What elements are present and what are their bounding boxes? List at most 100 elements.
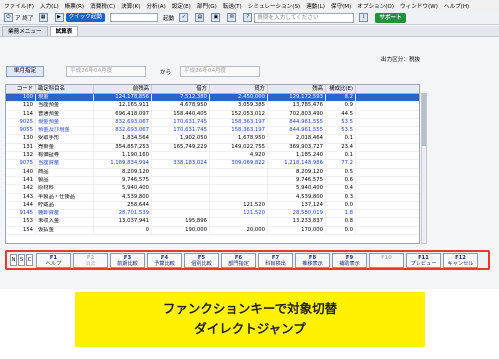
cell-credit: 309,069,822 [210,160,268,168]
cell-prev: 832,693,067 [94,127,152,135]
cell-name: 預金及び現金 [36,127,94,135]
table-row[interactable]: 141 製品 9,746,575 9,746,575 0.6 [6,176,419,186]
menu-item[interactable]: 設定(E) [172,2,191,10]
cell-prev: 832,693,067 [94,118,152,127]
menu-item[interactable]: ウィンドウ(W) [400,2,438,10]
table-row[interactable]: 140 商品 8,209,120 8,209,120 0.5 [6,168,419,177]
menu-item[interactable]: 帳票(R) [65,2,84,10]
search-box[interactable]: ? 質問を入力してください [243,12,355,23]
fkey-f9[interactable]: F9 補助表示 [332,252,367,268]
table-row[interactable]: 9075 当座資産 1,189,834,994 338,183,024 309,069,… [6,160,419,169]
menu-item[interactable]: 分析(A) [146,2,165,10]
period-to-field[interactable]: 平成26年04月度 [180,66,260,77]
fkey-f7[interactable]: F7 科目検出 [258,252,293,268]
tab-business-menu[interactable]: 業務メニュー [2,26,48,36]
cell-name: 原材料 [36,185,94,193]
modifier-s[interactable]: S [18,254,25,266]
cell-code: 100 [6,94,36,102]
fkey-f8[interactable]: F8 推移表示 [295,252,330,268]
table-row[interactable]: 142 原材料 5,940,400 5,940,400 0.4 [6,185,419,194]
tab-trial-balance[interactable]: 試算表 [49,26,79,36]
table-row[interactable]: 100 現金 124,178,856 7,512,380 2,450,000 129,17… [6,94,419,103]
table-row[interactable]: 110 当座預金 12,165,911 4,678,950 3,059,385 13,78… [6,102,419,111]
table-row[interactable]: 143 半製品・仕掛品 4,539,800 4,539,800 0.3 [6,193,419,202]
table-scrollbar[interactable] [421,93,427,244]
calculator-button[interactable]: ▦ [38,13,50,22]
cell-bal: 170,000 [268,226,326,235]
menu-item[interactable]: 連動(L) [306,2,325,10]
cell-ratio: 0.9 [326,102,356,110]
menu-item[interactable]: 決算(K) [121,2,140,10]
cell-debit [152,201,210,210]
menu-item[interactable]: 転送(T) [223,2,242,10]
fkey-f10[interactable]: F10 [369,252,404,268]
table-row[interactable]: 9025 現金預金 832,693,067 170,631,745 158,363,19… [6,118,419,128]
exit-button[interactable]: ⏻ ア 終了 [4,13,34,22]
cell-prev: 28,701,539 [94,210,152,218]
table-row[interactable]: 132 有価証券 1,190,160 4,920 1,185,240 0.1 [6,152,419,161]
cell-credit: 158,363,197 [210,127,268,135]
function-key-bar: N S C F1 ヘルプ F2 消去 F3 前期比較 F4 予算比較 F5 個別比較 F6 部門指定 F7 科目… [5,250,490,270]
cell-code: 110 [6,102,36,110]
menu-item[interactable]: 入力(L) [40,2,59,10]
fkey-f5[interactable]: F5 個別比較 [184,252,219,268]
start-button[interactable]: 起動 [163,14,174,22]
menu-item[interactable]: 保守(M) [331,2,351,10]
fkey-f12[interactable]: F12 キャンセル [443,252,478,268]
fkey-f1[interactable]: F1 ヘルプ [36,252,71,268]
cell-debit [152,152,210,160]
fkey-f4[interactable]: F4 予算比較 [147,252,182,268]
period-mode-button[interactable]: 単月指定 [6,66,44,77]
mail-icon: ✉ [227,13,237,22]
app-window: ファイル(F) 入力(L) 帳票(R) 消費税(C) 決算(K) 分析(A) 設定(E) 部門… [0,0,499,289]
quick-launch-label: クイック起動 [65,13,106,22]
table-row[interactable]: 130 受取手形 1,834,564 1,902,050 1,678,950 2,018,… [6,135,419,144]
support-button[interactable]: サポート [375,12,406,23]
fkey-f6[interactable]: F6 部門指定 [221,252,256,268]
tool-icon-3[interactable]: ▣ [211,13,222,22]
table-row[interactable]: 9055 預金及び現金 832,693,067 170,631,745 158,363,… [6,127,419,136]
cell-debit: 338,183,024 [152,160,210,168]
search-icon: ? [243,13,253,22]
fkey-f2[interactable]: F2 消去 [73,252,108,268]
fkey-f11[interactable]: F11 プレビュー [406,252,441,268]
search-input[interactable]: 質問を入力してください [254,12,355,23]
period-from-field[interactable]: 平成26年04月度 [66,66,146,77]
table-row[interactable]: 131 売掛金 354,857,253 165,749,229 149,022,755 3… [6,143,419,153]
cell-code: 9025 [6,118,36,127]
table-row[interactable]: 9145 棚卸資産 28,701,539 121,520 28,580,019 1.8 [6,210,419,219]
menu-item[interactable]: シミュレーション(S) [248,2,300,10]
tool-icon-4[interactable]: ✉ [227,13,238,22]
fkey-f3[interactable]: F3 前期比較 [110,252,145,268]
cell-ratio: 0.1 [326,152,356,160]
menu-item[interactable]: 部門(G) [197,2,217,10]
table-row[interactable]: 144 貯蔵品 258,644 121,520 137,124 0.0 [6,201,419,211]
menu-item[interactable]: 消費税(C) [90,2,115,10]
cell-credit: 158,363,197 [210,118,268,127]
table-row[interactable]: 153 未収入金 13,037,941 195,896 13,233,837 0.8 [6,218,419,227]
tool-icon-1[interactable]: ✓ [179,13,190,22]
menu-item[interactable]: オプション(O) [357,2,394,10]
cell-ratio: 0.0 [326,226,356,235]
menu-item[interactable]: ヘルプ(H) [444,2,469,10]
table-row[interactable]: 114 普通預金 696,418,097 158,440,405 152,053,012… [6,110,419,119]
modifier-n[interactable]: N [10,254,17,266]
tool-icon-2[interactable]: ▤ [195,13,206,22]
info-button[interactable]: i [359,13,370,22]
cell-ratio: 0.4 [326,185,356,193]
menu-item[interactable]: ファイル(F) [4,2,34,10]
quick-launch-button[interactable]: ▶ クイック起動 [54,13,106,22]
cell-debit: 195,896 [152,218,210,226]
program-combo[interactable] [110,13,159,22]
cell-code: 9055 [6,127,36,135]
quick-launch-icon: ▶ [54,13,64,22]
cell-prev: 258,644 [94,201,152,210]
table-row[interactable]: 154 仮払金 0 190,000 20,000 170,000 0.0 [6,226,419,236]
cell-name: 製品 [36,176,94,185]
modifier-c[interactable]: C [26,254,33,266]
check-icon: ✓ [179,13,189,22]
scrollbar-thumb[interactable] [422,94,426,147]
fkey-label: 部門指定 [228,261,249,267]
cell-debit [152,210,210,218]
cell-bal: 5,940,400 [268,185,326,193]
